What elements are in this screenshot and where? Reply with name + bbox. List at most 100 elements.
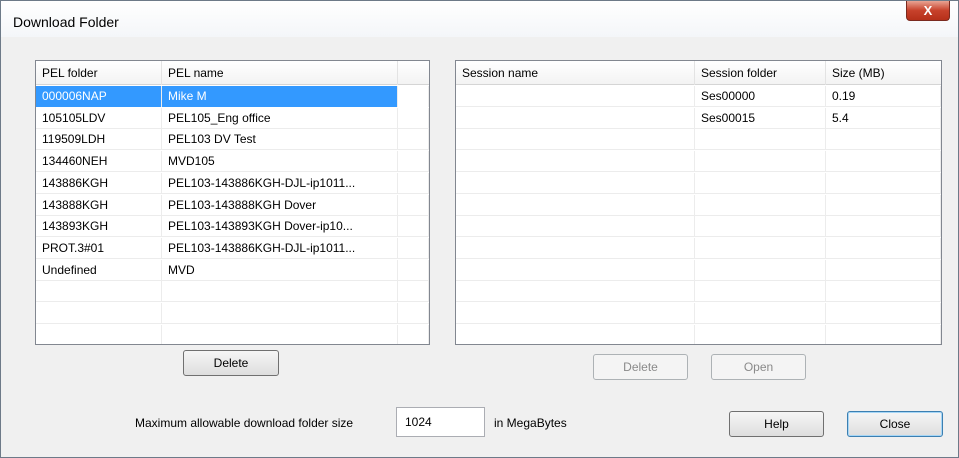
pel-list-cell: PEL103-143893KGH Dover-ip10... bbox=[162, 216, 398, 238]
session-list-row bbox=[456, 259, 941, 281]
folder-size-unit: in MegaBytes bbox=[494, 416, 567, 430]
folder-size-label: Maximum allowable download folder size bbox=[135, 416, 354, 430]
session-list-row bbox=[456, 194, 941, 216]
session-list-empty-cell bbox=[695, 303, 826, 324]
pel-list-empty-cell bbox=[398, 172, 429, 194]
pel-list-row[interactable]: PROT.3#01 PEL103-143886KGH-DJL-ip1011... bbox=[36, 237, 429, 259]
session-list-empty-cell bbox=[826, 194, 941, 216]
pel-list-empty-cell bbox=[398, 324, 429, 344]
pel-list-row bbox=[36, 281, 429, 303]
session-list-empty-cell bbox=[456, 216, 695, 238]
session-list-empty-cell bbox=[826, 151, 941, 173]
column-header-pel-name[interactable]: PEL name bbox=[162, 61, 398, 85]
pel-list-cell: Mike M bbox=[162, 86, 398, 107]
pel-delete-button[interactable]: Delete bbox=[183, 350, 279, 376]
session-list-empty-cell bbox=[456, 303, 695, 324]
pel-list-cell: 134460NEH bbox=[36, 151, 162, 173]
session-list-empty-cell bbox=[826, 216, 941, 238]
pel-list-empty-cell bbox=[398, 303, 429, 324]
pel-folder-list[interactable]: PEL folder PEL name 000006NAP Mike M 10510… bbox=[35, 60, 430, 345]
session-open-button[interactable]: Open bbox=[711, 354, 806, 380]
session-list-empty-cell bbox=[456, 194, 695, 216]
session-list-cell: 5.4 bbox=[826, 107, 941, 129]
pel-list-cell: 105105LDV bbox=[36, 107, 162, 129]
session-delete-button[interactable]: Delete bbox=[593, 354, 688, 380]
session-list-empty-cell bbox=[695, 216, 826, 238]
close-button[interactable]: Close bbox=[847, 411, 943, 437]
session-list-row bbox=[456, 151, 941, 173]
pel-list-row[interactable]: 134460NEH MVD105 bbox=[36, 151, 429, 173]
pel-list-row[interactable]: 105105LDV PEL105_Eng office bbox=[36, 107, 429, 129]
pel-list-cell: 143888KGH bbox=[36, 194, 162, 216]
session-list-row bbox=[456, 324, 941, 344]
column-header-filler bbox=[398, 61, 429, 85]
pel-list-cell: 143886KGH bbox=[36, 172, 162, 194]
session-list-header: Session name Session folder Size (MB) bbox=[456, 61, 941, 85]
pel-list-row[interactable]: Undefined MVD bbox=[36, 259, 429, 281]
session-list-empty-cell bbox=[695, 324, 826, 344]
session-list[interactable]: Session name Session folder Size (MB) Se… bbox=[455, 60, 942, 345]
pel-list-empty-cell bbox=[162, 281, 398, 303]
title-bar: Download Folder X bbox=[1, 1, 958, 37]
window-close-button[interactable]: X bbox=[906, 1, 950, 21]
column-header-pel-folder[interactable]: PEL folder bbox=[36, 61, 162, 85]
pel-list-empty-cell bbox=[398, 281, 429, 303]
session-list-empty-cell bbox=[695, 151, 826, 173]
help-button[interactable]: Help bbox=[729, 411, 824, 437]
column-header-session-name[interactable]: Session name bbox=[456, 61, 695, 85]
pel-list-row[interactable]: 119509LDH PEL103 DV Test bbox=[36, 129, 429, 151]
pel-list-empty-cell bbox=[36, 303, 162, 324]
session-list-row bbox=[456, 281, 941, 303]
session-list-empty-cell bbox=[826, 281, 941, 303]
pel-list-row[interactable]: 143893KGH PEL103-143893KGH Dover-ip10... bbox=[36, 216, 429, 238]
pel-list-cell: PROT.3#01 bbox=[36, 237, 162, 259]
session-list-row bbox=[456, 237, 941, 259]
session-list-empty-cell bbox=[695, 194, 826, 216]
session-list-row bbox=[456, 129, 941, 151]
pel-list-cell: 143893KGH bbox=[36, 216, 162, 238]
pel-list-empty-cell bbox=[398, 107, 429, 129]
dialog-content: PEL folder PEL name 000006NAP Mike M 10510… bbox=[9, 37, 950, 451]
pel-list-empty-cell bbox=[398, 237, 429, 259]
session-list-row[interactable]: Ses00015 5.4 bbox=[456, 107, 941, 129]
pel-list-empty-cell bbox=[36, 324, 162, 344]
session-list-cell bbox=[456, 107, 695, 129]
session-list-row[interactable]: Ses00000 0.19 bbox=[456, 86, 941, 107]
pel-list-empty-cell bbox=[398, 259, 429, 281]
session-list-empty-cell bbox=[826, 259, 941, 281]
pel-list-row bbox=[36, 324, 429, 344]
pel-list-empty-cell bbox=[398, 129, 429, 151]
session-list-empty-cell bbox=[826, 129, 941, 151]
session-list-empty-cell bbox=[826, 237, 941, 259]
pel-list-cell: PEL103-143886KGH-DJL-ip1011... bbox=[162, 237, 398, 259]
pel-list-empty-cell bbox=[36, 281, 162, 303]
pel-list-cell: PEL103-143886KGH-DJL-ip1011... bbox=[162, 172, 398, 194]
session-list-empty-cell bbox=[826, 303, 941, 324]
session-list-empty-cell bbox=[456, 151, 695, 173]
download-folder-dialog: Download Folder X PEL folder PEL name 00… bbox=[0, 0, 959, 458]
column-header-session-folder[interactable]: Session folder bbox=[695, 61, 826, 85]
session-list-row bbox=[456, 172, 941, 194]
session-list-empty-cell bbox=[456, 324, 695, 344]
session-list-empty-cell bbox=[826, 324, 941, 344]
pel-list-cell: Undefined bbox=[36, 259, 162, 281]
pel-list-cell: PEL105_Eng office bbox=[162, 107, 398, 129]
pel-list-row[interactable]: 143886KGH PEL103-143886KGH-DJL-ip1011... bbox=[36, 172, 429, 194]
column-header-size[interactable]: Size (MB) bbox=[826, 61, 941, 85]
pel-list-cell: 000006NAP bbox=[36, 86, 162, 107]
session-list-empty-cell bbox=[695, 281, 826, 303]
pel-list-empty-cell bbox=[398, 86, 429, 107]
pel-list-empty-cell bbox=[398, 216, 429, 238]
session-list-empty-cell bbox=[456, 172, 695, 194]
session-list-cell bbox=[456, 86, 695, 107]
pel-list-row[interactable]: 000006NAP Mike M bbox=[36, 86, 429, 107]
session-list-empty-cell bbox=[826, 172, 941, 194]
session-list-cell: Ses00015 bbox=[695, 107, 826, 129]
pel-list-header: PEL folder PEL name bbox=[36, 61, 429, 85]
folder-size-input[interactable]: 1024 bbox=[396, 407, 485, 437]
pel-list-row[interactable]: 143888KGH PEL103-143888KGH Dover bbox=[36, 194, 429, 216]
pel-list-row bbox=[36, 303, 429, 324]
session-list-cell: 0.19 bbox=[826, 86, 941, 107]
pel-list-cell: PEL103 DV Test bbox=[162, 129, 398, 151]
session-list-empty-cell bbox=[456, 281, 695, 303]
